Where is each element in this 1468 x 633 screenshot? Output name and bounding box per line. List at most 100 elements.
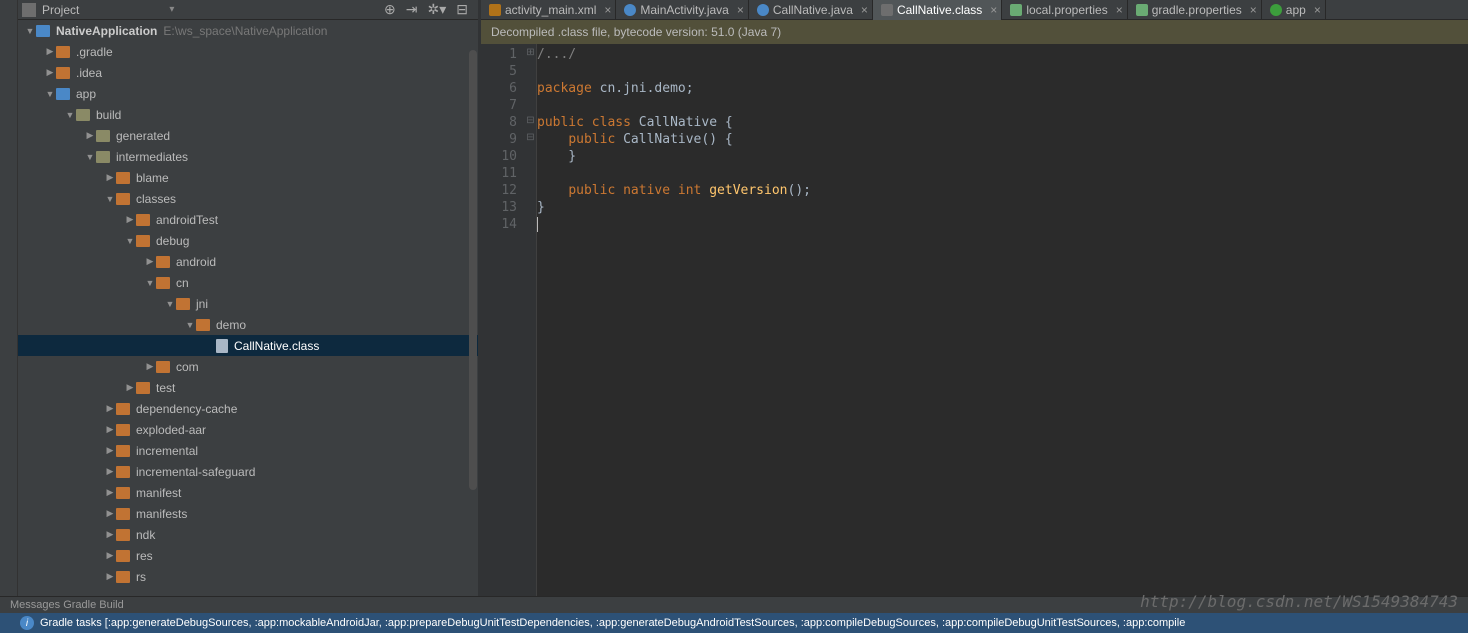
expand-icon[interactable]	[64, 110, 76, 120]
folder-icon	[136, 214, 150, 226]
tree-item[interactable]: build	[18, 104, 478, 125]
tree-item[interactable]: intermediates	[18, 146, 478, 167]
tree-item-selected[interactable]: CallNative.class	[18, 335, 478, 356]
expand-icon[interactable]	[164, 299, 176, 309]
locate-icon[interactable]: ⇥	[406, 1, 418, 18]
expand-icon[interactable]	[44, 67, 56, 78]
close-icon[interactable]: ×	[990, 3, 997, 17]
tab-callnative-class[interactable]: CallNative.class×	[873, 0, 1002, 20]
tree-item[interactable]: manifests	[18, 503, 478, 524]
line-number: 9	[481, 131, 517, 148]
tab-activity-main[interactable]: activity_main.xml×	[481, 0, 616, 20]
tab-mainactivity[interactable]: MainActivity.java ×	[616, 0, 749, 20]
expand-icon[interactable]	[44, 46, 56, 57]
tree-item[interactable]: blame	[18, 167, 478, 188]
tree-item[interactable]: androidTest	[18, 209, 478, 230]
line-number: 10	[481, 148, 517, 165]
expand-icon[interactable]	[124, 214, 136, 225]
expand-icon[interactable]	[104, 571, 116, 582]
project-tree[interactable]: NativeApplication E:\ws_space\NativeAppl…	[18, 20, 478, 596]
tree-item[interactable]: incremental	[18, 440, 478, 461]
close-icon[interactable]: ×	[1314, 3, 1321, 17]
tree-item[interactable]: incremental-safeguard	[18, 461, 478, 482]
tree-item[interactable]: test	[18, 377, 478, 398]
keyword: public	[537, 115, 584, 130]
expand-icon[interactable]	[104, 424, 116, 435]
folder-icon	[116, 508, 130, 520]
expand-icon[interactable]	[144, 278, 156, 288]
text-caret	[537, 217, 538, 232]
expand-icon[interactable]	[104, 466, 116, 477]
fold-collapse-icon[interactable]: ⊟	[525, 129, 536, 146]
expand-icon[interactable]	[84, 130, 96, 141]
code-text: cn.jni.demo;	[592, 81, 694, 96]
tree-item[interactable]: generated	[18, 125, 478, 146]
label: dependency-cache	[136, 402, 237, 416]
close-icon[interactable]: ×	[1116, 3, 1123, 17]
expand-icon[interactable]	[104, 550, 116, 561]
tree-item[interactable]: dependency-cache	[18, 398, 478, 419]
line-number: 12	[481, 182, 517, 199]
code-comment: /.../	[537, 47, 576, 62]
tree-item[interactable]: debug	[18, 230, 478, 251]
fold-column[interactable]: ⊞ ⊟ ⊟	[525, 44, 537, 596]
expand-icon[interactable]	[124, 236, 136, 246]
expand-icon[interactable]	[184, 320, 196, 330]
module-icon	[36, 25, 50, 37]
tree-item[interactable]: .gradle	[18, 41, 478, 62]
tab-gradle-properties[interactable]: gradle.properties×	[1128, 0, 1262, 20]
tree-item[interactable]: rs	[18, 566, 478, 587]
tab-label: local.properties	[1026, 3, 1107, 17]
tab-local-properties[interactable]: local.properties ×	[1002, 0, 1127, 20]
tab-callnative-java[interactable]: CallNative.java×	[749, 0, 873, 20]
tree-scrollbar[interactable]	[469, 50, 477, 490]
code-editor[interactable]: /.../ package cn.jni.demo; public class …	[537, 44, 1468, 596]
close-icon[interactable]: ×	[604, 3, 611, 17]
expand-icon[interactable]	[124, 382, 136, 393]
tree-item[interactable]: android	[18, 251, 478, 272]
status-bar[interactable]: Messages Gradle Build	[0, 596, 1468, 613]
expand-icon[interactable]	[104, 403, 116, 414]
close-icon[interactable]: ×	[861, 3, 868, 17]
folder-icon	[156, 361, 170, 373]
tab-app-gradle[interactable]: app×	[1262, 0, 1326, 20]
expand-icon[interactable]	[104, 487, 116, 498]
expand-icon[interactable]	[84, 152, 96, 162]
label: demo	[216, 318, 246, 332]
expand-icon[interactable]	[144, 256, 156, 267]
expand-icon[interactable]	[144, 361, 156, 372]
fold-collapse-icon[interactable]: ⊟	[525, 112, 536, 129]
expand-icon[interactable]	[104, 508, 116, 519]
expand-icon[interactable]	[44, 89, 56, 99]
project-dropdown-icon[interactable]: ▾	[169, 4, 174, 15]
tree-item[interactable]: jni	[18, 293, 478, 314]
label: rs	[136, 570, 146, 584]
fold-expand-icon[interactable]: ⊞	[525, 44, 536, 61]
settings-icon[interactable]: ✲▾	[428, 1, 447, 18]
tab-label: MainActivity.java	[640, 3, 728, 17]
tree-item[interactable]: com	[18, 356, 478, 377]
tree-item[interactable]: exploded-aar	[18, 419, 478, 440]
tree-item[interactable]: ndk	[18, 524, 478, 545]
tree-root[interactable]: NativeApplication E:\ws_space\NativeAppl…	[18, 20, 478, 41]
close-icon[interactable]: ×	[1250, 3, 1257, 17]
tree-item[interactable]: demo	[18, 314, 478, 335]
line-number: 7	[481, 97, 517, 114]
tree-item[interactable]: app	[18, 83, 478, 104]
project-view-label[interactable]: Project	[42, 3, 79, 17]
expand-icon[interactable]	[104, 172, 116, 183]
tree-item[interactable]: manifest	[18, 482, 478, 503]
expand-icon[interactable]	[24, 26, 36, 36]
tree-item[interactable]: .idea	[18, 62, 478, 83]
folder-icon	[116, 571, 130, 583]
expand-icon[interactable]	[104, 445, 116, 456]
close-icon[interactable]: ×	[737, 3, 744, 17]
tree-item[interactable]: res	[18, 545, 478, 566]
hide-icon[interactable]: ⊟	[456, 1, 468, 18]
tree-item[interactable]: classes	[18, 188, 478, 209]
tree-item[interactable]: cn	[18, 272, 478, 293]
collapse-icon[interactable]: ⊕	[384, 1, 396, 18]
expand-icon[interactable]	[104, 194, 116, 204]
expand-icon[interactable]	[104, 529, 116, 540]
build-message: Gradle tasks [:app:generateDebugSources,…	[40, 617, 1185, 629]
